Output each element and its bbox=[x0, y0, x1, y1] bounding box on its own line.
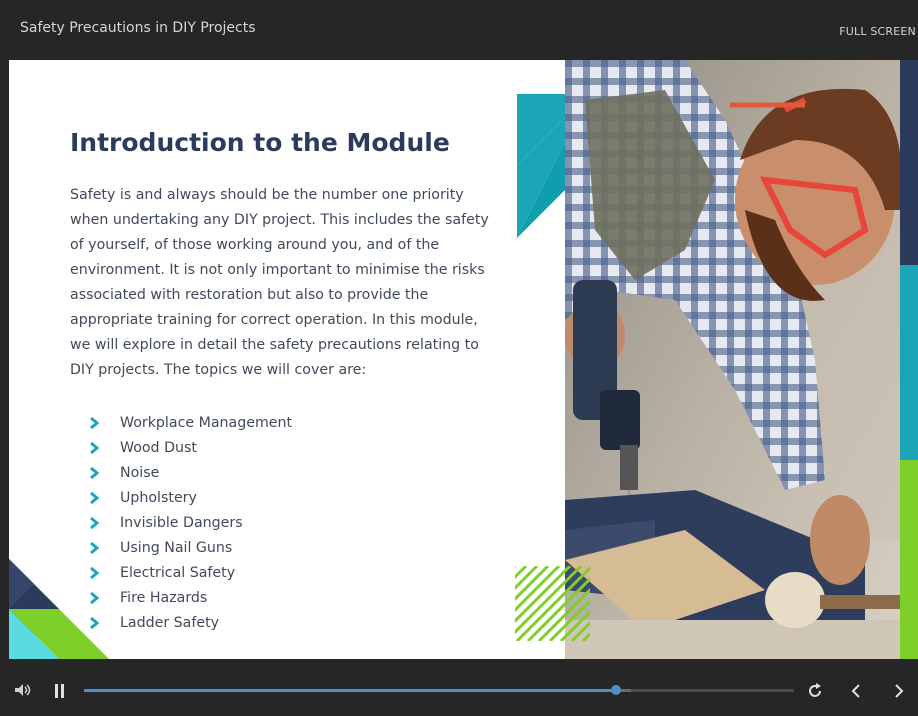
replay-icon[interactable] bbox=[807, 683, 823, 703]
topic-label: Using Nail Guns bbox=[120, 539, 233, 556]
list-item: Workplace Management bbox=[89, 410, 292, 435]
decorative-stripes bbox=[515, 566, 590, 641]
worker-drilling-photo bbox=[565, 60, 900, 659]
progress-handle[interactable] bbox=[610, 685, 621, 695]
topic-label: Noise bbox=[120, 464, 160, 481]
topic-label: Electrical Safety bbox=[120, 564, 236, 581]
chevron-right-icon bbox=[89, 466, 120, 480]
chevron-right-icon bbox=[89, 416, 120, 430]
topic-label: Ladder Safety bbox=[120, 614, 220, 631]
list-item: Noise bbox=[89, 460, 292, 485]
list-item: Fire Hazards bbox=[89, 585, 292, 610]
chevron-right-icon bbox=[89, 541, 120, 555]
list-item: Ladder Safety bbox=[89, 610, 292, 635]
chevron-right-icon bbox=[89, 591, 120, 605]
slide-title: Introduction to the Module bbox=[70, 128, 450, 157]
topic-label: Fire Hazards bbox=[120, 589, 208, 606]
topic-label: Upholstery bbox=[120, 489, 197, 506]
chevron-right-icon bbox=[89, 491, 120, 505]
player-controls bbox=[0, 659, 918, 716]
top-bar: Safety Precautions in DIY Projects FULL … bbox=[0, 0, 918, 60]
progress-bar[interactable] bbox=[84, 685, 794, 695]
list-item: Using Nail Guns bbox=[89, 535, 292, 560]
decorative-side-strip bbox=[900, 60, 918, 659]
progress-fill bbox=[84, 689, 616, 692]
fullscreen-button[interactable]: FULL SCREEN bbox=[839, 25, 916, 38]
chevron-left-icon[interactable] bbox=[850, 683, 862, 703]
topic-list: Workplace Management Wood Dust Noise Uph… bbox=[89, 410, 292, 635]
list-item: Electrical Safety bbox=[89, 560, 292, 585]
chevron-right-icon bbox=[89, 616, 120, 630]
list-item: Invisible Dangers bbox=[89, 510, 292, 535]
topic-label: Workplace Management bbox=[120, 414, 293, 431]
chevron-right-icon bbox=[89, 566, 120, 580]
topic-label: Wood Dust bbox=[120, 439, 197, 456]
volume-icon[interactable] bbox=[14, 682, 32, 701]
slide: Introduction to the Module Safety is and… bbox=[9, 60, 900, 659]
chevron-right-icon bbox=[89, 441, 120, 455]
list-item: Wood Dust bbox=[89, 435, 292, 460]
list-item: Upholstery bbox=[89, 485, 292, 510]
chevron-right-icon[interactable] bbox=[893, 683, 905, 703]
pause-icon[interactable] bbox=[54, 683, 66, 702]
course-title: Safety Precautions in DIY Projects bbox=[20, 20, 256, 36]
topic-label: Invisible Dangers bbox=[120, 514, 243, 531]
chevron-right-icon bbox=[89, 516, 120, 530]
slide-body-text: Safety is and always should be the numbe… bbox=[70, 187, 489, 378]
